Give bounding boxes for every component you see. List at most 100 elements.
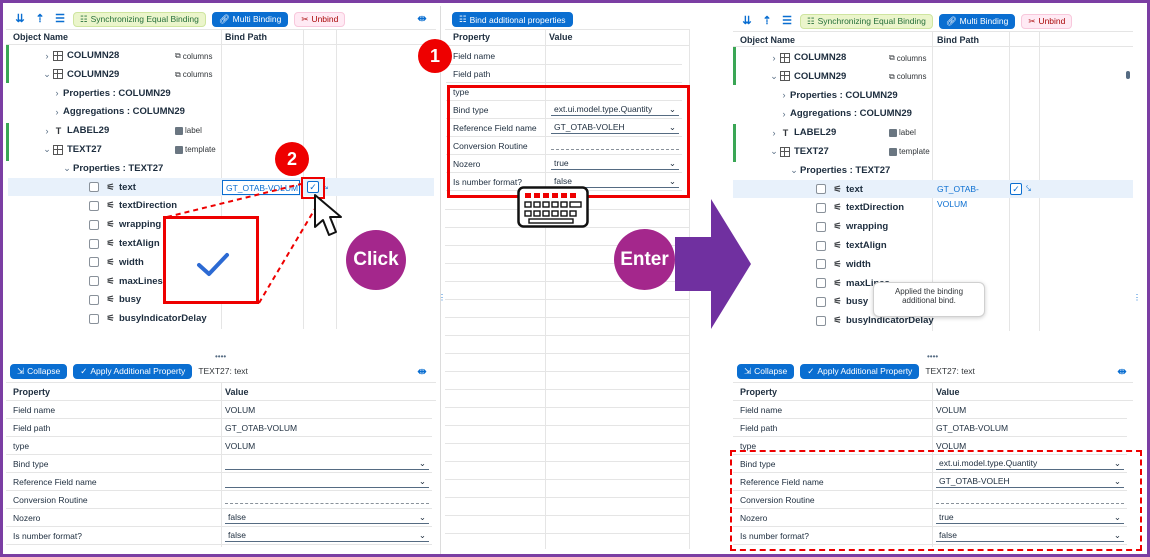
sort-asc-icon[interactable]: ⇡ — [760, 14, 774, 28]
property-row[interactable]: ⚟ text — [816, 180, 863, 199]
collapse-button[interactable]: ⇲ Collapse — [737, 363, 795, 379]
vsplitter-icon[interactable]: ⋮ — [438, 293, 446, 302]
row-checkbox[interactable] — [816, 184, 826, 195]
chevron-down-icon[interactable]: ⌄ — [788, 165, 800, 176]
list-icon: ☷ — [459, 14, 467, 24]
sync-equal-binding-button[interactable]: ☷ Synchronizing Equal Binding — [800, 13, 933, 29]
tree-node[interactable]: › COLUMN28 — [41, 46, 120, 65]
tree-node[interactable]: ⌄ Properties : TEXT27 — [788, 161, 890, 180]
sort-desc-icon[interactable]: ⇊ — [740, 14, 754, 28]
outline-icon[interactable]: ☰ — [53, 12, 67, 26]
resize-icon[interactable]: ⇹ — [1115, 365, 1129, 379]
collapse-button[interactable]: ⇲ Collapse — [10, 363, 68, 379]
sync-equal-binding-button[interactable]: ☷ Synchronizing Equal Binding — [73, 11, 206, 27]
property-select[interactable]: ⌄ — [225, 475, 429, 488]
chevron-down-icon[interactable]: ⌄ — [768, 146, 780, 157]
property-row[interactable]: ⚟ width — [89, 253, 144, 272]
chevron-right-icon[interactable]: › — [51, 107, 63, 117]
tree-node[interactable]: › Properties : COLUMN29 — [51, 84, 171, 103]
unbind-button[interactable]: ✂ Unbind — [1021, 13, 1073, 29]
property-name: Nozero — [13, 513, 41, 523]
property-row[interactable]: ⚟ busy — [89, 290, 141, 309]
property-row[interactable]: ⚟ wrapping — [816, 217, 888, 236]
additional-bind-checkbox[interactable]: ✓ — [1010, 182, 1022, 195]
row-checkbox[interactable] — [816, 259, 826, 270]
property-select[interactable]: false ⌄ — [225, 529, 429, 542]
tree-node[interactable]: ⌄ Properties : TEXT27 — [61, 159, 163, 178]
row-checkbox[interactable] — [89, 276, 99, 287]
chevron-down-icon[interactable]: ⌄ — [41, 144, 53, 155]
property-row[interactable]: ⚟ wrapping — [89, 215, 161, 234]
conversion-routine-input[interactable] — [225, 503, 429, 504]
property-row[interactable]: ⚟ text — [89, 178, 136, 197]
property-row[interactable]: ⚟ maxLines — [89, 272, 163, 291]
resize-icon[interactable]: ⇹ — [415, 12, 429, 26]
chevron-right-icon[interactable]: › — [41, 126, 53, 136]
row-checkbox[interactable] — [816, 296, 826, 307]
bind-path-value[interactable]: GT_OTAB-VOLUM — [934, 182, 1006, 209]
unbind-button[interactable]: ✂ Unbind — [294, 11, 346, 27]
chevron-right-icon[interactable]: › — [778, 109, 790, 119]
chevron-right-icon[interactable]: › — [41, 51, 53, 61]
row-checkbox[interactable] — [89, 294, 99, 305]
property-row[interactable]: ⚟ textDirection — [816, 198, 904, 217]
row-checkbox[interactable] — [89, 200, 99, 211]
chevron-down-icon[interactable]: ⌄ — [768, 71, 780, 82]
row-checkbox[interactable] — [89, 313, 99, 324]
tree-node[interactable]: ⌄ COLUMN29 — [768, 67, 846, 86]
chevron-right-icon[interactable]: › — [51, 88, 63, 98]
tree-node[interactable]: › Aggregations : COLUMN29 — [51, 102, 185, 121]
chevron-down-icon[interactable]: ⌄ — [61, 163, 73, 174]
multi-binding-button[interactable]: 🔗︎ Multi Binding — [938, 13, 1016, 29]
property-select[interactable]: ⌄ — [225, 457, 429, 470]
tree-node[interactable]: › COLUMN28 — [768, 48, 847, 67]
node-label: width — [119, 256, 144, 268]
tree-node[interactable]: › T LABEL29 — [768, 123, 837, 142]
row-checkbox[interactable] — [816, 202, 826, 213]
splitter-handle[interactable]: •••• — [927, 352, 938, 361]
chevron-right-icon[interactable]: › — [768, 128, 780, 138]
tree-node[interactable]: ⌄ TEXT27 — [41, 140, 102, 159]
columns-icon: ⧉ — [889, 53, 895, 62]
apply-additional-property-button[interactable]: ✓ Apply Additional Property — [800, 363, 920, 379]
tree-node[interactable]: ⌄ COLUMN29 — [41, 65, 119, 84]
property-select[interactable]: false ⌄ — [225, 511, 429, 524]
toast-line1: Applied the binding — [894, 287, 964, 296]
column-header-bind-path: Bind Path — [225, 32, 267, 42]
row-checkbox[interactable] — [816, 315, 826, 326]
row-checkbox[interactable] — [89, 219, 99, 230]
property-icon: ⚟ — [833, 240, 842, 250]
chevron-right-icon[interactable]: › — [778, 90, 790, 100]
splitter-handle[interactable]: •••• — [215, 352, 226, 361]
row-checkbox[interactable] — [89, 182, 99, 193]
row-checkbox[interactable] — [89, 257, 99, 268]
row-checkbox[interactable] — [816, 278, 826, 289]
sort-desc-icon[interactable]: ⇊ — [13, 12, 27, 26]
property-row[interactable]: ⚟ busy — [816, 292, 868, 311]
scrollbar-thumb[interactable] — [1126, 71, 1130, 79]
tree-node[interactable]: ⌄ TEXT27 — [768, 142, 829, 161]
outline-icon[interactable]: ☰ — [780, 14, 794, 28]
resize-icon[interactable]: ⇹ — [415, 365, 429, 379]
property-row[interactable]: ⚟ busyIndicatorDelay — [89, 309, 207, 328]
property-row[interactable]: ⚟ width — [816, 255, 871, 274]
chevron-right-icon[interactable]: › — [768, 53, 780, 63]
property-row[interactable]: ⚟ textAlign — [816, 236, 887, 255]
apply-additional-property-button[interactable]: ✓ Apply Additional Property — [73, 363, 193, 379]
row-checkbox[interactable] — [816, 221, 826, 232]
property-row[interactable]: ⚟ textAlign — [89, 234, 160, 253]
row-checkbox[interactable] — [89, 238, 99, 249]
chevron-down-icon[interactable]: ⌄ — [41, 69, 53, 80]
tree-node[interactable]: › T LABEL29 — [41, 121, 110, 140]
unlink-icon: ✂ — [301, 13, 309, 24]
sync-icon: ☷ — [80, 13, 88, 24]
tree-node[interactable]: › Properties : COLUMN29 — [778, 86, 898, 105]
vsplitter-icon[interactable]: ⋮ — [1133, 293, 1141, 302]
multi-binding-button[interactable]: 🔗︎ Multi Binding — [211, 11, 289, 27]
row-checkbox[interactable] — [816, 240, 826, 251]
sort-asc-icon[interactable]: ⇡ — [33, 12, 47, 26]
node-label: COLUMN28 — [67, 50, 120, 61]
unbind-row-icon[interactable]: ⤥ — [1026, 183, 1031, 194]
bind-additional-properties-button[interactable]: ☷ Bind additional properties — [452, 12, 573, 27]
tree-node[interactable]: › Aggregations : COLUMN29 — [778, 104, 912, 123]
